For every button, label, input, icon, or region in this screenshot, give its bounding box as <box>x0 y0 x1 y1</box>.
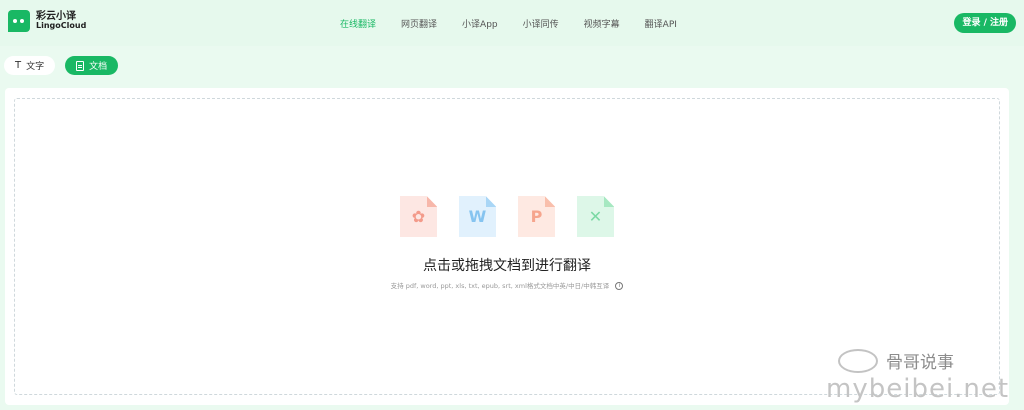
wechat-icon <box>838 348 878 373</box>
watermark-text-cn: 骨哥说事 <box>886 353 954 373</box>
logo-name-en: LingoCloud <box>36 21 87 31</box>
mode-tabs: T 文字 文档 <box>4 56 126 75</box>
nav-web-translate[interactable]: 网页翻译 <box>401 17 437 30</box>
tab-text[interactable]: T 文字 <box>4 56 56 75</box>
word-file-icon: W <box>459 196 496 237</box>
watermark-url: mybeibei.net <box>826 374 1010 404</box>
nav-simultaneous[interactable]: 小译同传 <box>523 17 559 30</box>
login-register-button[interactable]: 登录 / 注册 <box>954 13 1016 33</box>
tab-document-label: 文档 <box>89 62 108 72</box>
document-icon <box>76 60 85 71</box>
nav-online-translate[interactable]: 在线翻译 <box>340 17 376 30</box>
main-nav: 在线翻译 网页翻译 小译App 小译同传 视频字幕 翻译API <box>340 17 702 30</box>
ppt-file-icon: P <box>518 196 555 237</box>
watermark-wechat: 骨哥说事 <box>838 348 954 373</box>
logo-text: 彩云小译 LingoCloud <box>36 11 86 31</box>
info-icon[interactable]: i <box>615 282 624 290</box>
nav-app[interactable]: 小译App <box>462 17 498 30</box>
excel-file-icon: ✕ <box>577 196 614 237</box>
nav-api[interactable]: 翻译API <box>645 17 677 30</box>
nav-video-subtitles[interactable]: 视频字幕 <box>584 17 620 30</box>
logo[interactable]: 彩云小译 LingoCloud <box>8 10 86 32</box>
tab-text-label: 文字 <box>26 62 45 72</box>
logo-icon <box>8 10 30 32</box>
tab-document[interactable]: 文档 <box>65 56 119 75</box>
dropzone-subtitle-row: 支持 pdf, word, ppt, xls, txt, epub, srt, … <box>15 280 999 290</box>
dropzone-title: 点击或拖拽文档到进行翻译 <box>423 258 591 274</box>
file-type-icons: ✿ W P ✕ <box>400 196 636 237</box>
pdf-file-icon: ✿ <box>400 196 437 237</box>
dropzone-subtitle: 支持 pdf, word, ppt, xls, txt, epub, srt, … <box>390 282 610 290</box>
text-icon: T <box>15 60 22 71</box>
top-bar: 彩云小译 LingoCloud 在线翻译 网页翻译 小译App 小译同传 视频字… <box>0 0 1024 46</box>
